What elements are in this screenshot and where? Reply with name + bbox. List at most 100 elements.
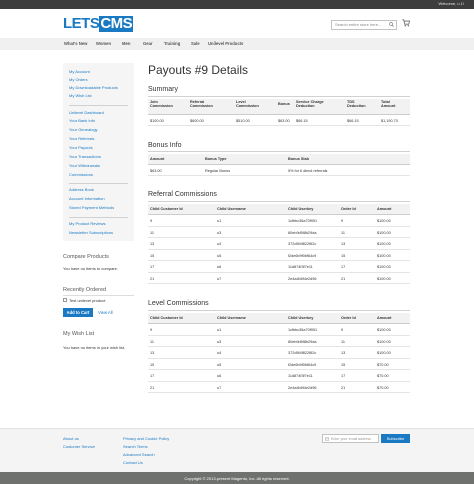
summary-total-value: $1,190.70 <box>381 119 398 123</box>
recent-item-name[interactable]: Test unilevel product <box>69 298 105 303</box>
sidebar-item-account-information[interactable]: Account Information <box>69 196 105 201</box>
level-cell: 17 <box>150 374 155 378</box>
summary-header-join: Join Commission <box>150 100 173 109</box>
sidebar-item-bank-info[interactable]: Your Bank Info <box>69 118 95 123</box>
footer-link-privacy[interactable]: Privacy and Cookie Policy <box>123 436 169 441</box>
referral-cell: $100.00 <box>377 265 391 269</box>
level-cell: u3 <box>217 339 222 344</box>
ref-header-userkey: Child Userkey <box>288 207 314 211</box>
logo[interactable]: LETS CMS <box>63 15 134 32</box>
search-icon[interactable] <box>389 22 394 27</box>
nav-unilevel-products[interactable]: Unilevel Products <box>208 41 243 46</box>
compare-title: Compare Products <box>63 254 109 260</box>
footer-link-customer-service[interactable]: Customer Service <box>63 444 95 449</box>
lvl-header-order-id: Order Id <box>341 316 356 320</box>
sidebar-item-payment-methods[interactable]: Stored Payment Methods <box>69 205 114 210</box>
bonus-info-title: Bonus Info <box>148 142 182 149</box>
table-row <box>148 227 410 238</box>
summary-divider <box>148 96 410 97</box>
nav-gear[interactable]: Gear <box>143 41 153 46</box>
referral-cell: 9 <box>341 219 344 223</box>
level-cell: 2e4a4b6f4e2d96 <box>288 385 317 390</box>
summary-header-bonus: Bonus <box>278 102 290 106</box>
level-cell: $70.00 <box>377 385 389 390</box>
referral-cell: u5 <box>217 253 222 258</box>
summary-header-referral: Referral Commission <box>190 100 213 109</box>
newsletter-placeholder: Enter your email address <box>331 436 371 441</box>
level-cell: $70.00 <box>377 374 389 378</box>
recent-item-checkbox[interactable] <box>63 298 67 302</box>
level-cell: $100.00 <box>377 339 391 344</box>
view-all-link[interactable]: View All <box>98 310 113 315</box>
wishlist-title: My Wish List <box>63 331 95 337</box>
sidebar-item-transactions[interactable]: Your Transactions <box>69 154 101 159</box>
referral-cell: f2de6b9f0bf64c9 <box>288 253 317 258</box>
level-cell: $70.00 <box>377 362 389 367</box>
sidebar-item-address-book[interactable]: Address Book <box>69 187 94 192</box>
level-cell: 9 <box>150 328 153 332</box>
nav-men[interactable]: Men <box>122 41 130 46</box>
sidebar-item-genealogy[interactable]: Your Genealogy <box>69 127 98 132</box>
wishlist-empty-text: You have no items in your wish list. <box>63 345 126 350</box>
lvl-header-amount: Amount <box>377 316 392 320</box>
cart-icon[interactable] <box>402 19 410 27</box>
sidebar-item-my-account[interactable]: My Account <box>69 69 90 74</box>
summary-header-total: Total Amount <box>381 100 396 109</box>
search-input[interactable]: Search entire store here... <box>331 20 397 30</box>
table-row <box>148 324 410 336</box>
page-title: Payouts #9 Details <box>148 63 249 77</box>
footer-link-advanced-search[interactable]: Advanced Search <box>123 452 155 457</box>
sidebar-item-downloadable[interactable]: My Downloadable Products <box>69 85 118 90</box>
bonus-header-slab: Bonus Slab <box>288 157 309 161</box>
sidebar-divider <box>69 217 128 218</box>
envelope-icon <box>325 437 329 441</box>
sidebar-item-payouts[interactable]: Your Payouts <box>69 145 93 150</box>
table-row <box>148 336 410 347</box>
footer-link-about-us[interactable]: About us <box>63 436 79 441</box>
referral-cell: u6 <box>217 265 222 269</box>
sidebar-item-unilevel-dashboard[interactable]: Unilevel Dashboard <box>69 110 104 115</box>
sidebar-item-product-reviews[interactable]: My Product Reviews <box>69 221 105 226</box>
level-cell: 11 <box>341 339 345 344</box>
referral-cell: u4 <box>217 242 222 246</box>
sidebar-item-newsletter[interactable]: Newsletter Subscriptions <box>69 230 113 235</box>
nav-training[interactable]: Training <box>164 41 180 46</box>
nav-women[interactable]: Women <box>96 41 111 46</box>
footer-link-contact-us[interactable]: Contact Us <box>123 460 143 465</box>
referral-cell: $100.00 <box>377 219 391 223</box>
newsletter-email-input[interactable]: Enter your email address <box>322 434 379 443</box>
compare-empty-text: You have no items to compare. <box>63 266 118 271</box>
referral-cell: 9 <box>150 219 153 223</box>
referral-cell: $100.00 <box>377 242 391 246</box>
sidebar-item-withdrawals[interactable]: Your Withdrawals <box>69 163 100 168</box>
level-cell: u4 <box>217 351 222 355</box>
sidebar-item-wish-list[interactable]: My Wish List <box>69 93 92 98</box>
referral-cell: 13 <box>341 242 346 246</box>
ref-header-order-id: Order Id <box>341 207 356 211</box>
level-cell: u1 <box>217 328 222 332</box>
referral-cell: $100.00 <box>377 230 391 235</box>
nav-sale[interactable]: Sale <box>191 41 200 46</box>
table-row <box>148 382 410 393</box>
referral-cell: 11 <box>341 230 345 235</box>
sidebar-item-referrals[interactable]: Your Referrals <box>69 136 94 141</box>
referral-cell: 1cfbbc36a70f951 <box>288 219 318 223</box>
nav-whats-new[interactable]: What's New <box>64 41 87 46</box>
footer-link-search-terms[interactable]: Search Terms <box>123 444 148 449</box>
sidebar-item-commissions[interactable]: Commissions <box>69 172 93 177</box>
bonus-header-type: Bonus Type <box>205 157 227 161</box>
level-cell: 80eb9d5f8b29da <box>288 339 317 344</box>
summary-service-charge-value: $66.15 <box>296 119 308 123</box>
add-to-cart-button[interactable]: Add to Cart <box>63 308 93 317</box>
welcome-message[interactable]: Welcome, u 1! <box>439 1 465 6</box>
logo-lets: LETS <box>63 15 100 32</box>
table-row <box>148 165 410 176</box>
level-cell: f2de6b9f0bf64c9 <box>288 362 317 367</box>
ref-header-username: Child Username <box>217 207 246 211</box>
level-cell: $100.00 <box>377 328 391 332</box>
table-row <box>148 359 410 370</box>
sidebar-item-my-orders[interactable]: My Orders <box>69 77 88 82</box>
subscribe-button[interactable]: Subscribe <box>381 434 410 443</box>
level-cell: 13 <box>150 351 155 355</box>
copyright-text: Copyright © 2013-present Magento, Inc. A… <box>184 475 290 481</box>
